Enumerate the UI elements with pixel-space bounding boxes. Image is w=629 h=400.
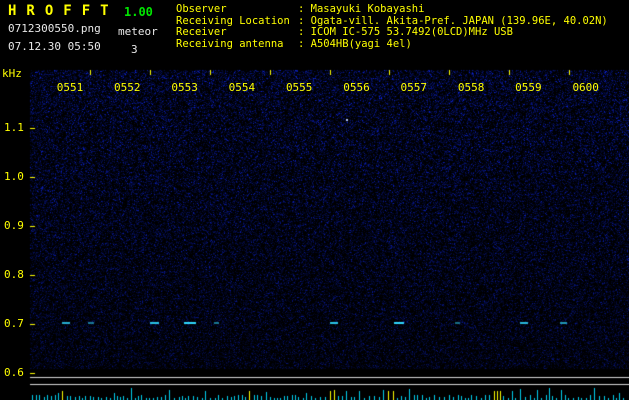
output-filename: 0712300550.png <box>8 22 101 35</box>
time-tick-label: 0558 <box>457 81 485 94</box>
spectrogram-canvas <box>0 0 629 400</box>
station-info-line: Receiving antenna : A504HB(yagi 4el) <box>176 37 608 51</box>
info-value: : ICOM IC-575 53.7492(0LCD)MHz USB <box>298 26 513 38</box>
app-title: HROFFT <box>8 3 119 19</box>
info-value: : A504HB(yagi 4el) <box>298 37 412 50</box>
freq-axis-unit: kHz <box>2 67 22 80</box>
time-tick-label: 0557 <box>400 81 428 94</box>
freq-tick-label: 1.0 <box>4 170 24 183</box>
echo-count: 3 <box>131 43 138 56</box>
info-label: Observer <box>176 3 227 15</box>
freq-tick-label: 0.8 <box>4 268 24 281</box>
info-value: : Masayuki Kobayashi <box>298 3 425 15</box>
time-tick-label: 0600 <box>572 81 599 94</box>
info-label: Receiving antenna <box>176 37 284 50</box>
time-tick-label: 0551 <box>56 81 84 94</box>
time-tick-label: 0553 <box>171 81 198 94</box>
station-info: Observer: Masayuki Kobayashi Receiving Lo… <box>176 3 608 51</box>
freq-tick-label: 0.6 <box>4 366 24 379</box>
time-tick-label: 0554 <box>228 81 256 94</box>
time-tick-label: 0555 <box>285 81 313 94</box>
mode-label: meteor <box>118 25 158 38</box>
time-tick-label: 0559 <box>515 81 542 94</box>
time-tick-label: 0556 <box>343 81 370 94</box>
time-axis: 0551 0552 0553 0554 0555 0556 0557 0558 0559 0600 <box>0 81 629 94</box>
info-label: Receiver <box>176 26 227 38</box>
freq-tick-label: 1.1 <box>4 121 24 134</box>
observation-datetime: 07.12.30 05:50 <box>8 40 101 53</box>
freq-tick-label: 0.7 <box>4 317 24 330</box>
info-value: : Ogata-vill. Akita-Pref. JAPAN (139.96E… <box>298 14 608 27</box>
freq-tick-label: 0.9 <box>4 219 24 232</box>
time-tick-label: 0552 <box>114 81 141 94</box>
app-version: 1.00 <box>124 5 153 19</box>
